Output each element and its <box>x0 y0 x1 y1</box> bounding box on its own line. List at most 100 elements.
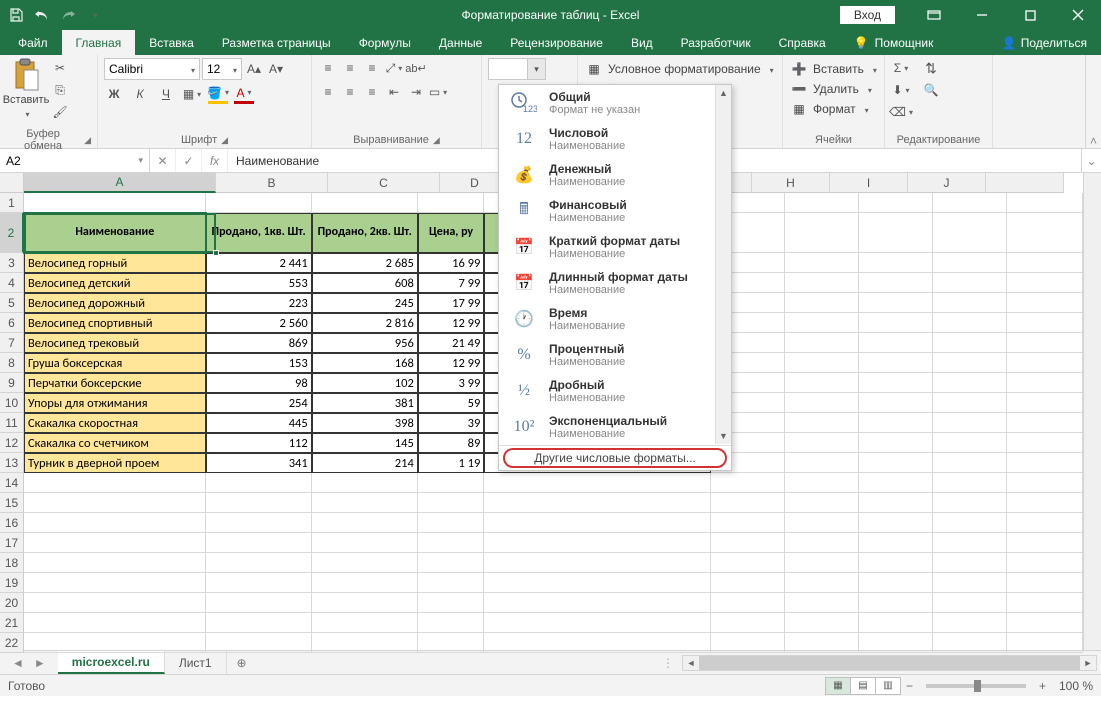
tab-nav-prev-icon[interactable]: ◄ <box>12 656 24 670</box>
merge-icon[interactable]: ▭ <box>428 82 448 102</box>
cell[interactable]: 254 <box>206 393 312 413</box>
cell[interactable]: 2 441 <box>206 253 312 273</box>
italic-button[interactable]: К <box>130 84 150 104</box>
cell[interactable] <box>785 213 859 253</box>
number-format-option[interactable]: 🖩ФинансовыйНаименование <box>499 193 731 229</box>
cell[interactable] <box>206 553 312 573</box>
cell[interactable] <box>418 493 484 513</box>
cell[interactable] <box>1007 313 1083 333</box>
font-color-icon[interactable]: A <box>234 84 254 104</box>
row-header[interactable]: 4 <box>0 273 24 293</box>
row-header[interactable]: 14 <box>0 473 24 493</box>
cancel-formula-icon[interactable]: ✕ <box>150 149 176 172</box>
cell[interactable] <box>312 573 418 593</box>
align-launcher-icon[interactable]: ◢ <box>433 135 440 146</box>
cell[interactable]: Велосипед дорожный <box>24 293 206 313</box>
cell[interactable] <box>859 293 933 313</box>
cell[interactable] <box>418 573 484 593</box>
copy-icon[interactable]: ⎘ <box>50 80 70 100</box>
cell[interactable] <box>933 393 1007 413</box>
zoom-in-icon[interactable]: + <box>1034 679 1051 693</box>
cell[interactable] <box>933 453 1007 473</box>
row-header[interactable]: 15 <box>0 493 24 513</box>
cell[interactable] <box>206 573 312 593</box>
tab-file[interactable]: Файл <box>4 30 62 55</box>
cell[interactable]: Велосипед спортивный <box>24 313 206 333</box>
cell[interactable] <box>24 193 206 213</box>
cell[interactable] <box>859 513 933 533</box>
cell[interactable] <box>312 533 418 553</box>
cell[interactable] <box>206 633 312 653</box>
bold-button[interactable]: Ж <box>104 84 124 104</box>
cell[interactable] <box>785 373 859 393</box>
cell[interactable] <box>484 613 711 633</box>
cell[interactable]: Продано, 1кв. Шт. <box>206 213 312 253</box>
cell[interactable]: 168 <box>312 353 418 373</box>
cell[interactable] <box>484 633 711 653</box>
cell[interactable] <box>785 253 859 273</box>
cell[interactable] <box>312 633 418 653</box>
cell[interactable] <box>933 413 1007 433</box>
insert-cells-button[interactable]: ➕Вставить <box>789 60 879 78</box>
cell[interactable]: Велосипед горный <box>24 253 206 273</box>
cell[interactable] <box>859 493 933 513</box>
cell[interactable] <box>785 413 859 433</box>
row-header[interactable]: 3 <box>0 253 24 273</box>
cell[interactable]: 1 19 <box>418 453 485 473</box>
row-header[interactable]: 2 <box>0 213 24 253</box>
add-sheet-icon[interactable]: ⊕ <box>227 651 257 674</box>
cell[interactable] <box>24 513 206 533</box>
indent-dec-icon[interactable]: ⇤ <box>384 82 404 102</box>
save-icon[interactable] <box>8 6 24 24</box>
cell[interactable]: 59 <box>418 393 485 413</box>
number-format-option[interactable]: 📅Краткий формат датыНаименование <box>499 229 731 265</box>
cell[interactable] <box>859 453 933 473</box>
cell[interactable] <box>484 513 711 533</box>
row-header[interactable]: 9 <box>0 373 24 393</box>
cell[interactable] <box>859 213 933 253</box>
cell[interactable] <box>1007 273 1083 293</box>
cell[interactable] <box>418 473 484 493</box>
cell[interactable] <box>206 473 312 493</box>
cell[interactable]: Перчатки боксерские <box>24 373 206 393</box>
cell[interactable] <box>933 253 1007 273</box>
cell[interactable] <box>24 533 206 553</box>
border-icon[interactable]: ▦ <box>182 84 202 104</box>
cell[interactable] <box>24 613 206 633</box>
cell[interactable] <box>785 333 859 353</box>
cell[interactable] <box>418 513 484 533</box>
cell[interactable] <box>24 473 206 493</box>
cell[interactable]: Скакалка со счетчиком <box>24 433 206 453</box>
row-header[interactable]: 1 <box>0 193 24 213</box>
cell[interactable] <box>859 193 933 213</box>
font-size-select[interactable]: 12 <box>202 58 242 80</box>
number-format-option[interactable]: %ПроцентныйНаименование <box>499 337 731 373</box>
cell[interactable] <box>859 553 933 573</box>
cell[interactable] <box>933 613 1007 633</box>
row-header[interactable]: 19 <box>0 573 24 593</box>
cell[interactable]: 214 <box>312 453 418 473</box>
cell[interactable]: 398 <box>312 413 418 433</box>
row-header[interactable]: 22 <box>0 633 24 653</box>
cell[interactable] <box>711 553 785 573</box>
cell[interactable] <box>785 513 859 533</box>
row-header[interactable]: 12 <box>0 433 24 453</box>
cell[interactable]: 341 <box>206 453 312 473</box>
fill-color-icon[interactable]: 🪣 <box>208 84 228 104</box>
cell[interactable] <box>206 533 312 553</box>
cell[interactable] <box>933 373 1007 393</box>
cell[interactable] <box>933 513 1007 533</box>
cell[interactable] <box>859 473 933 493</box>
number-format-dropdown-icon[interactable]: ▾ <box>527 59 545 79</box>
cell[interactable] <box>418 613 484 633</box>
autosum-icon[interactable]: Σ <box>891 58 911 78</box>
cell[interactable]: 39 <box>418 413 485 433</box>
row-header[interactable]: 7 <box>0 333 24 353</box>
cell[interactable]: Груша боксерская <box>24 353 206 373</box>
cell[interactable] <box>484 533 711 553</box>
cell[interactable] <box>1007 413 1083 433</box>
cell[interactable] <box>859 373 933 393</box>
column-header[interactable]: C <box>328 173 440 193</box>
cell[interactable] <box>1007 533 1083 553</box>
menu-scrollbar[interactable]: ▲ ▼ <box>715 85 731 444</box>
